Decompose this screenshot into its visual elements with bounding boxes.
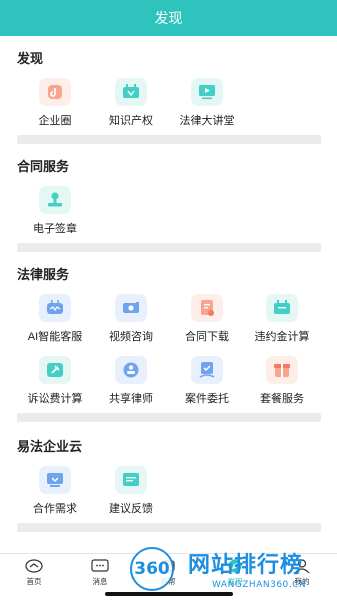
intellectual-property-icon <box>115 78 147 106</box>
top-bar: 发现 <box>0 0 337 36</box>
tab-label: 消息 <box>92 577 108 586</box>
tab-message[interactable]: 消息 <box>78 558 122 587</box>
watermark-number: 360 <box>134 559 170 579</box>
section-title: 法律服务 <box>17 267 70 282</box>
item-label: 知识产权 <box>109 115 153 127</box>
section-divider <box>17 523 321 532</box>
section-legal-service: 法律服务 AI智能客服 视频咨询 合同下载 违约金计算 诉讼费计算 共享律师 案… <box>0 252 337 422</box>
item-package-service[interactable]: 套餐服务 <box>244 356 320 406</box>
video-consult-icon <box>115 294 147 322</box>
watermark-url: WANGZHAN360.CN <box>212 580 307 590</box>
watermark-name: 网站排行榜 <box>188 553 304 578</box>
page-title: 发现 <box>154 10 183 26</box>
section-title: 发现 <box>17 51 44 66</box>
litigation-fee-icon <box>39 356 71 384</box>
item-intellectual-property[interactable]: 知识产权 <box>93 78 169 128</box>
section-title: 易法企业云 <box>17 439 83 454</box>
item-label: AI智能客服 <box>27 331 83 343</box>
item-label: 违约金计算 <box>254 331 310 343</box>
item-feedback[interactable]: 建议反馈 <box>93 466 169 516</box>
item-label: 案件委托 <box>185 393 229 405</box>
item-litigation-fee[interactable]: 诉讼费计算 <box>17 356 93 406</box>
e-signature-icon <box>39 186 71 214</box>
section-divider <box>17 243 321 252</box>
tab-label: 首页 <box>26 577 42 586</box>
item-label: 套餐服务 <box>260 393 304 405</box>
item-video-consult[interactable]: 视频咨询 <box>93 294 169 344</box>
item-cooperation[interactable]: 合作需求 <box>17 466 93 516</box>
case-entrust-icon <box>191 356 223 384</box>
ai-service-icon <box>39 294 71 322</box>
item-e-signature[interactable]: 电子签章 <box>17 186 93 236</box>
cooperation-icon <box>39 466 71 494</box>
section-divider <box>17 413 321 422</box>
item-shared-lawyer[interactable]: 共享律师 <box>93 356 169 406</box>
section-divider <box>17 135 321 144</box>
item-law-lecture[interactable]: 法律大讲堂 <box>169 78 245 128</box>
item-label: 共享律师 <box>109 393 153 405</box>
item-label: 诉讼费计算 <box>27 393 83 405</box>
watermark-logo: 360 <box>130 547 174 591</box>
item-label: 法律大讲堂 <box>179 115 235 127</box>
item-case-entrust[interactable]: 案件委托 <box>169 356 245 406</box>
item-label: 合同下载 <box>185 331 229 343</box>
section-contract-service: 合同服务 电子签章 <box>0 144 337 244</box>
section-enterprise-cloud: 易法企业云 合作需求 建议反馈 <box>0 422 337 532</box>
section-title: 合同服务 <box>17 159 70 174</box>
item-contract-download[interactable]: 合同下载 <box>169 294 245 344</box>
package-service-icon <box>266 356 298 384</box>
tab-home[interactable]: 首页 <box>12 558 56 587</box>
watermark: 360 网站排行榜 WANGZHAN360.CN <box>122 541 337 600</box>
item-company-circle[interactable]: 企业圈 <box>17 78 93 128</box>
item-penalty-calc[interactable]: 违约金计算 <box>244 294 320 344</box>
item-label: 企业圈 <box>38 115 72 127</box>
law-lecture-icon <box>191 78 223 106</box>
item-label: 建议反馈 <box>109 503 153 515</box>
item-label: 合作需求 <box>33 503 77 515</box>
penalty-calc-icon <box>266 294 298 322</box>
item-label: 电子签章 <box>33 223 77 235</box>
item-ai-service[interactable]: AI智能客服 <box>17 294 93 344</box>
item-label: 视频咨询 <box>109 331 153 343</box>
company-circle-icon <box>39 78 71 106</box>
home-icon <box>25 559 43 573</box>
contract-download-icon <box>191 294 223 322</box>
feedback-icon <box>115 466 147 494</box>
shared-lawyer-icon <box>115 356 147 384</box>
section-discover: 发现 企业圈 知识产权 法律大讲堂 <box>0 36 337 146</box>
message-icon <box>91 559 109 572</box>
